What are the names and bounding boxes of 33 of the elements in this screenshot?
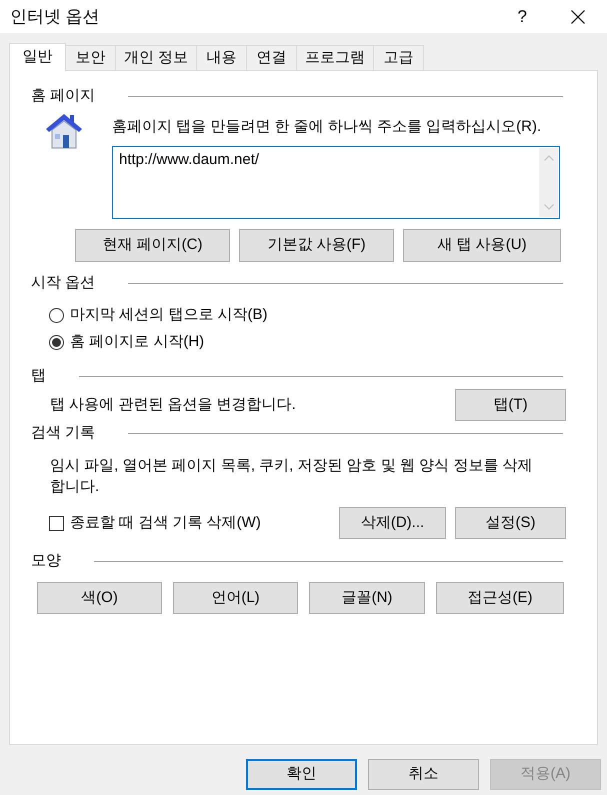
button[interactable]: 확인 [246, 759, 357, 790]
description-text: 임시 파일, 열어본 페이지 목록, 쿠키, 저장된 암호 및 웹 양식 정보를 삭제합니다. [50, 456, 534, 497]
radio-button[interactable] [49, 334, 64, 350]
section-heading: 홈 페이지 [31, 86, 96, 106]
close-icon[interactable] [571, 10, 585, 24]
instruction-text: 홈페이지 탭을 만들려면 한 줄에 하나씩 주소를 입력하십시오(R). [112, 117, 542, 137]
window-title: 인터넷 옵션 [10, 6, 100, 28]
tab[interactable]: 고급 [373, 45, 424, 70]
button[interactable]: 삭제(D)... [339, 507, 446, 539]
house-icon [45, 113, 83, 150]
section-heading: 검색 기록 [31, 423, 96, 443]
checkbox-label[interactable]: 종료할 때 검색 기록 삭제(W) [70, 512, 261, 534]
button[interactable]: 탭(T) [455, 389, 566, 421]
section-heading: 모양 [31, 551, 61, 571]
button[interactable]: 기본값 사용(F) [239, 229, 394, 262]
button[interactable]: 접근성(E) [436, 582, 564, 614]
radio-label[interactable]: 홈 페이지로 시작(H) [70, 332, 204, 352]
button[interactable]: 새 탭 사용(U) [403, 229, 561, 262]
help-button[interactable]: ? [518, 6, 527, 26]
button[interactable]: 현재 페이지(C) [75, 229, 230, 262]
button[interactable]: 글꼴(N) [309, 582, 425, 614]
section-heading: 시작 옵션 [31, 273, 96, 293]
section-heading: 탭 [31, 366, 46, 386]
button[interactable]: 언어(L) [173, 582, 298, 614]
radio-label[interactable]: 마지막 세션의 탭으로 시작(B) [70, 305, 268, 325]
button[interactable]: 색(O) [37, 582, 162, 614]
checkbox[interactable] [49, 516, 64, 530]
description-text: 탭 사용에 관련된 옵션을 변경합니다. [50, 394, 296, 415]
button[interactable]: 취소 [368, 759, 479, 790]
radio-button[interactable] [49, 308, 64, 322]
tab[interactable]: 일반 [9, 43, 66, 71]
address-field[interactable]: http://www.daum.net/ [112, 146, 560, 219]
button[interactable]: 설정(S) [455, 507, 566, 539]
